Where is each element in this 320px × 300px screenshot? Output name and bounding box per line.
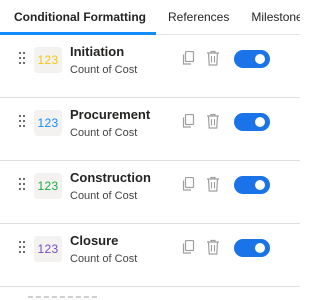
toggle-knob <box>255 54 265 64</box>
rule-measure: Count of Cost <box>70 64 138 76</box>
copy-icon[interactable] <box>181 240 195 254</box>
trash-icon[interactable] <box>206 113 220 129</box>
tab-conditional-formatting[interactable]: Conditional Formatting <box>0 0 156 35</box>
toggle-knob <box>255 243 265 253</box>
rule-name: Construction <box>70 170 151 185</box>
rule-name: Procurement <box>70 107 151 122</box>
rule-measure: Count of Cost <box>70 253 138 265</box>
rule-item-procurement: 123 Procurement Count of Cost <box>0 98 300 161</box>
number-format-badge: 123 <box>34 110 62 136</box>
enable-toggle[interactable] <box>234 176 270 194</box>
rule-measure: Count of Cost <box>70 127 138 139</box>
drag-handle-icon[interactable] <box>18 240 26 254</box>
copy-icon[interactable] <box>181 51 195 65</box>
rule-name: Closure <box>70 233 119 248</box>
trash-icon[interactable] <box>206 50 220 66</box>
copy-icon[interactable] <box>181 114 195 128</box>
rule-list: 123 Initiation Count of Cost 123 Procure… <box>0 35 300 287</box>
number-format-badge: 123 <box>34 47 62 73</box>
conditional-formatting-panel: Conditional Formatting References Milest… <box>0 0 300 300</box>
enable-toggle[interactable] <box>234 239 270 257</box>
tab-milestones[interactable]: Milestones <box>239 0 300 34</box>
tab-bar: Conditional Formatting References Milest… <box>0 0 300 35</box>
rule-item-closure: 123 Closure Count of Cost <box>0 224 300 287</box>
copy-icon[interactable] <box>181 177 195 191</box>
trash-icon[interactable] <box>206 176 220 192</box>
rule-name: Initiation <box>70 44 125 59</box>
number-format-badge: 123 <box>34 236 62 262</box>
rule-item-construction: 123 Construction Count of Cost <box>0 161 300 224</box>
toggle-knob <box>255 180 265 190</box>
trash-icon[interactable] <box>206 239 220 255</box>
drag-handle-icon[interactable] <box>18 51 26 65</box>
number-format-badge: 123 <box>34 173 62 199</box>
rule-measure: Count of Cost <box>70 190 138 202</box>
rule-item-initiation: 123 Initiation Count of Cost <box>0 35 300 98</box>
drag-handle-icon[interactable] <box>18 177 26 191</box>
toggle-knob <box>255 117 265 127</box>
enable-toggle[interactable] <box>234 113 270 131</box>
clipped-content <box>28 294 98 300</box>
tab-references[interactable]: References <box>156 0 239 34</box>
enable-toggle[interactable] <box>234 50 270 68</box>
drag-handle-icon[interactable] <box>18 114 26 128</box>
